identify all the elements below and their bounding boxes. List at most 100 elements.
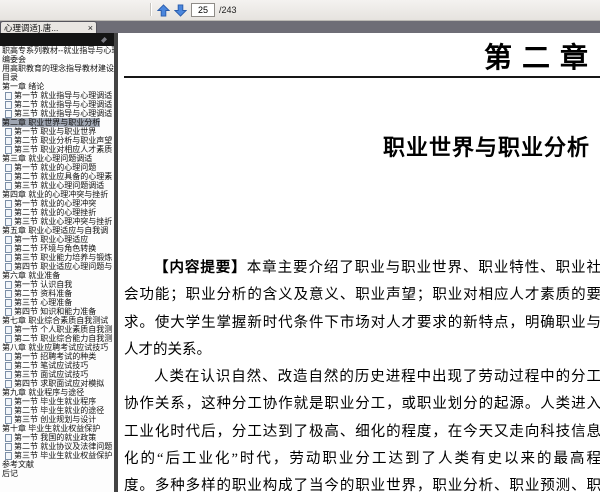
bookmark-item-label: 第一节 职业与职业世界 [14, 127, 97, 136]
bookmark-item-label: 第三节 就业心理问题调适 [14, 181, 105, 190]
bookmark-item[interactable]: 第二节 职业分析与职业声望 [0, 136, 114, 145]
bookmark-panel: 职高专系列教材--就业指导与心理 编委会 用高职教育的理念指导教材建设 目录 第一章 绪… [0, 46, 114, 492]
bookmark-list: 职高专系列教材--就业指导与心理 编委会 用高职教育的理念指导教材建设 目录 第一章 绪… [0, 46, 114, 478]
page-total-label: /243 [219, 5, 237, 15]
bookmark-item[interactable]: 第一节 就业指导与心理调适 [0, 91, 114, 100]
page-icon [5, 433, 12, 442]
bookmark-item[interactable]: 第一节 个人职业素质自我测 [0, 325, 114, 334]
previous-page-button[interactable] [155, 2, 171, 18]
toolbar-separator [150, 3, 152, 16]
document-tab-label: 心理调适].唐... [4, 22, 59, 33]
bookmark-item[interactable]: 第三节 面试应试技巧 [0, 370, 114, 379]
bookmark-item[interactable]: 第七章 职业综合素质自我测试 [0, 316, 114, 325]
pushpin-icon[interactable] [101, 37, 107, 43]
bookmark-item-label: 第一节 毕业生就业程序 [14, 397, 97, 406]
bookmark-item[interactable]: 第一章 绪论 [0, 82, 114, 91]
page-icon [5, 361, 12, 370]
page-number-input[interactable] [191, 3, 215, 17]
body-text: 【内容提要】本章主要介绍了职业与职业世界、职业特性、职业社 会功能；职业分析的含义… [124, 255, 600, 492]
bookmark-item[interactable]: 第一节 招聘考试的种类 [0, 352, 114, 361]
bookmark-item[interactable]: 第三节 职业对相应人才素质 [0, 145, 114, 154]
bookmark-item[interactable]: 第三节 创业规划与设计 [0, 415, 114, 424]
bookmark-item[interactable]: 第一节 认识自我 [0, 280, 114, 289]
bookmark-item-label: 第九章 就业程序与途径 [2, 388, 85, 397]
bookmark-item[interactable]: 第三节 职业能力培养与锻炼 [0, 253, 114, 262]
bookmark-item[interactable]: 目录 [0, 73, 114, 82]
page-icon [5, 208, 12, 217]
bookmark-item[interactable]: 第三节 就业心理问题调适 [0, 181, 114, 190]
bookmark-item[interactable]: 第六章 就业准备 [0, 271, 114, 280]
bookmark-item[interactable]: 第二节 就业的心理挫折 [0, 208, 114, 217]
bookmark-item-label: 第三节 毕业生就业权益保护 [14, 451, 113, 460]
bookmark-item[interactable]: 第一节 就业的心理问题 [0, 163, 114, 172]
bookmark-item-label: 第四节 职业适应心理问题与 [14, 262, 113, 271]
bookmark-item[interactable]: 第三节 毕业生就业权益保护 [0, 451, 114, 460]
bookmark-item[interactable]: 第八章 就业应聘考试应试技巧 [0, 343, 114, 352]
bookmark-item[interactable]: 第五章 职业心理适应与自我调 [0, 226, 114, 235]
bookmark-item[interactable]: 第一节 职业心理适应 [0, 235, 114, 244]
page-icon [5, 280, 12, 289]
bookmark-item[interactable]: 编委会 [0, 55, 114, 64]
bookmark-item[interactable]: 第四章 就业的心理冲突与挫折 [0, 190, 114, 199]
bookmark-item-label: 第三节 就业指导与心理调适 [14, 109, 113, 118]
section-label: 【内容提要】 [154, 260, 247, 276]
pdf-reader-window: /243 心理调适].唐... × 职高专系列教材--就业指导与心理编委会用高职… [0, 0, 600, 492]
bookmark-item-label: 第三节 职业能力培养与锻炼 [14, 253, 113, 262]
bookmark-item-label: 第一节 就业的心理问题 [14, 163, 97, 172]
bookmark-item[interactable]: 第一节 职业与职业世界 [0, 127, 114, 136]
bookmark-item[interactable]: 用高职教育的理念指导教材建设 [0, 64, 114, 73]
bookmark-item-label: 第三节 心理准备 [14, 298, 73, 307]
bookmark-item-label: 第一节 我国的就业政策 [14, 433, 97, 442]
page-icon [5, 127, 12, 136]
bookmark-item[interactable]: 后记 [0, 469, 114, 478]
document-tab[interactable]: 心理调适].唐... × [0, 21, 97, 33]
page-icon [5, 172, 12, 181]
page-icon [5, 181, 12, 190]
bookmark-item[interactable]: 第二节 就业指导与心理调适 [0, 100, 114, 109]
bookmark-item-label: 第二节 资料准备 [14, 289, 73, 298]
bookmark-item[interactable]: 职高专系列教材--就业指导与心理 [0, 46, 114, 55]
bookmark-item[interactable]: 第二节 笔试应试技巧 [0, 361, 114, 370]
bookmark-item[interactable]: 第一节 就业的心理冲突 [0, 199, 114, 208]
bookmark-item[interactable]: 第二节 职业综合能力自我测 [0, 334, 114, 343]
page-icon [5, 199, 12, 208]
bookmark-item[interactable]: 第二节 环境与角色转换 [0, 244, 114, 253]
bookmark-item-label: 第一节 职业心理适应 [14, 235, 89, 244]
body-text-line: 人才的关系。 [124, 341, 211, 358]
page-icon [5, 415, 12, 424]
bookmark-item-label: 第二节 就业协议及法律问题 [14, 442, 113, 451]
bookmark-item-label: 职高专系列教材--就业指导与心理 [2, 46, 114, 55]
bookmark-item[interactable]: 第四节 职业适应心理问题与 [0, 262, 114, 271]
bookmark-item-label: 第八章 就业应聘考试应试技巧 [2, 343, 109, 352]
body-text-line: 人类在认识自然、改造自然的历史进程中出现了劳动过程中的分工 [154, 369, 600, 386]
bookmark-item[interactable]: 参考文献 [0, 460, 114, 469]
page-icon [5, 289, 12, 298]
bookmark-item[interactable]: 第一节 毕业生就业程序 [0, 397, 114, 406]
bookmark-item[interactable]: 第三章 就业心理问题调适 [0, 154, 114, 163]
bookmark-item[interactable]: 第十章 毕业生就业权益保护 [0, 424, 114, 433]
bookmark-item[interactable]: 第二节 就业协议及法律问题 [0, 442, 114, 451]
bookmark-item[interactable]: 第四节 知识和能力准备 [0, 307, 114, 316]
bookmark-item-label: 第二节 笔试应试技巧 [14, 361, 89, 370]
bookmark-item[interactable]: 第三节 就业心理冲突与挫折 [0, 217, 114, 226]
bookmark-item[interactable]: 第九章 就业程序与途径 [0, 388, 114, 397]
bookmark-item-label: 第二节 环境与角色转换 [14, 244, 97, 253]
page-icon [5, 352, 12, 361]
down-arrow-icon [173, 4, 187, 17]
body-text-line: 度。多种多样的职业构成了当今的职业世界，职业分析、职业预测、职 [124, 478, 600, 492]
bookmark-item[interactable]: 第一节 我国的就业政策 [0, 433, 114, 442]
bookmark-item[interactable]: 第三节 心理准备 [0, 298, 114, 307]
bookmark-item[interactable]: 第二节 资料准备 [0, 289, 114, 298]
bookmark-item[interactable]: 第二章 职业世界与职业分析 [0, 118, 114, 127]
document-page: 第二章 职业世界与职业分析 【内容提要】本章主要介绍了职业与职业世界、职业特性、… [118, 33, 600, 492]
next-page-button[interactable] [172, 2, 188, 18]
page-icon [5, 91, 12, 100]
chapter-number: 第二章 [483, 43, 598, 74]
bookmark-item[interactable]: 第二节 毕业生就业的途径 [0, 406, 114, 415]
tab-close-icon[interactable]: × [88, 23, 93, 32]
page-icon [5, 325, 12, 334]
bookmark-item-label: 第四章 就业的心理冲突与挫折 [2, 190, 109, 199]
bookmark-item[interactable]: 第二节 就业应具备的心理素 [0, 172, 114, 181]
bookmark-item[interactable]: 第三节 就业指导与心理调适 [0, 109, 114, 118]
bookmark-item[interactable]: 第四节 求职面试应对模拟 [0, 379, 114, 388]
